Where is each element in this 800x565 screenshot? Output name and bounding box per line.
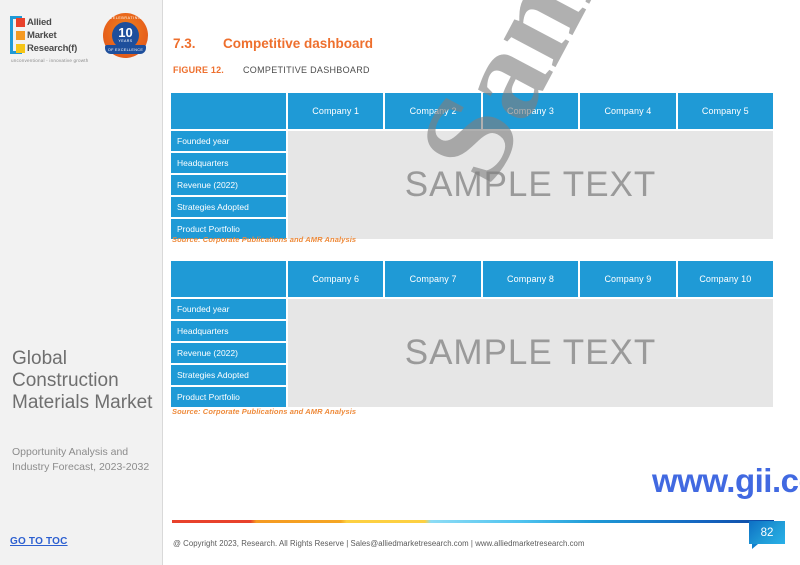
logo-square-yellow-icon bbox=[16, 43, 25, 53]
table-row: Strategies Adopted bbox=[171, 197, 286, 217]
figure-number: FIGURE 12. bbox=[173, 65, 225, 75]
gii-site-watermark: www.gii.co.jp bbox=[652, 462, 800, 499]
logo-line-1: Allied bbox=[27, 16, 52, 28]
section-number: 7.3. bbox=[173, 36, 196, 51]
logo-text-rows: Allied Market Research(f) bbox=[16, 16, 77, 55]
competitive-dashboard-table-1: Company 1 Company 2 Company 3 Company 4 … bbox=[171, 93, 774, 239]
page-number-value: 82 bbox=[749, 521, 785, 544]
badge-years-label: YEARS bbox=[118, 39, 133, 43]
table-1-column-header: Company 4 bbox=[580, 93, 676, 129]
logo-tagline: unconventional - innovative growth bbox=[11, 58, 89, 63]
sidebar: Allied Market Research(f) unconventional… bbox=[0, 0, 163, 565]
table-2-column-header: Company 6 bbox=[288, 261, 384, 297]
table-1-column-header: Company 1 bbox=[288, 93, 384, 129]
table-row: Revenue (2022) bbox=[171, 343, 286, 363]
table-2-header-row: Company 6 Company 7 Company 8 Company 9 … bbox=[171, 261, 774, 297]
logo-row-1: Allied bbox=[16, 16, 77, 28]
logo-square-red-icon bbox=[16, 17, 25, 27]
table-2-source-note: Source: Corporate Publications and AMR A… bbox=[172, 407, 357, 416]
report-page: Allied Market Research(f) unconventional… bbox=[0, 0, 800, 565]
table-1-sample-area: SAMPLE TEXT bbox=[288, 131, 773, 239]
table-1-source-note: Source: Corporate Publications and AMR A… bbox=[172, 235, 357, 244]
table-1-body: Founded year Headquarters Revenue (2022)… bbox=[171, 131, 773, 239]
sample-text-placeholder: SAMPLE TEXT bbox=[404, 333, 657, 372]
table-1-corner-header bbox=[171, 93, 286, 129]
badge-celebrating-label: CELEBRATING bbox=[109, 16, 142, 20]
table-1-header-row: Company 1 Company 2 Company 3 Company 4 … bbox=[171, 93, 774, 129]
figure-title: COMPETITIVE DASHBOARD bbox=[243, 65, 370, 75]
table-row: Strategies Adopted bbox=[171, 365, 286, 385]
table-2-corner-header bbox=[171, 261, 286, 297]
table-row: Headquarters bbox=[171, 153, 286, 173]
section-title: Competitive dashboard bbox=[223, 36, 374, 51]
table-row: Revenue (2022) bbox=[171, 175, 286, 195]
main-content: 7.3. Competitive dashboard FIGURE 12. CO… bbox=[163, 0, 800, 565]
table-2-column-header: Company 9 bbox=[580, 261, 676, 297]
page-badge-tail-shape bbox=[752, 544, 758, 549]
competitive-dashboard-table-2: Company 6 Company 7 Company 8 Company 9 … bbox=[171, 261, 774, 407]
table-2-body: Founded year Headquarters Revenue (2022)… bbox=[171, 299, 773, 407]
sample-text-placeholder: SAMPLE TEXT bbox=[404, 165, 657, 204]
table-row: Founded year bbox=[171, 131, 286, 151]
report-title: Global Construction Materials Market bbox=[12, 348, 153, 413]
go-to-toc-link[interactable]: GO TO TOC bbox=[10, 536, 68, 547]
footer-gradient-bar bbox=[172, 520, 774, 523]
table-1-column-header: Company 5 bbox=[677, 93, 774, 129]
table-1-column-header: Company 3 bbox=[482, 93, 579, 129]
table-row: Founded year bbox=[171, 299, 286, 319]
anniversary-badge-icon: CELEBRATING 10 YEARS OF EXCELLENCE bbox=[103, 13, 148, 58]
page-number-badge: 82 bbox=[749, 521, 785, 549]
table-1-column-header: Company 2 bbox=[385, 93, 481, 129]
badge-number: 10 bbox=[118, 25, 133, 40]
table-2-sample-area: SAMPLE TEXT bbox=[288, 299, 773, 407]
table-2-row-labels: Founded year Headquarters Revenue (2022)… bbox=[171, 299, 286, 407]
table-row: Product Portfolio bbox=[171, 387, 286, 407]
badge-ribbon-label: OF EXCELLENCE bbox=[105, 45, 146, 54]
section-heading: 7.3. Competitive dashboard bbox=[173, 36, 373, 51]
table-2-column-header: Company 10 bbox=[677, 261, 774, 297]
table-2-column-header: Company 7 bbox=[385, 261, 481, 297]
allied-market-research-logo: Allied Market Research(f) unconventional… bbox=[8, 14, 94, 63]
logo-row-3: Research(f) bbox=[16, 42, 77, 54]
report-subtitle: Opportunity Analysis and Industry Foreca… bbox=[12, 446, 150, 473]
logo-line-2: Market bbox=[27, 29, 57, 41]
table-1-row-labels: Founded year Headquarters Revenue (2022)… bbox=[171, 131, 286, 239]
table-row: Headquarters bbox=[171, 321, 286, 341]
figure-caption: FIGURE 12. COMPETITIVE DASHBOARD bbox=[173, 65, 370, 75]
table-2-column-header: Company 8 bbox=[482, 261, 579, 297]
logo-line-3: Research(f) bbox=[27, 42, 78, 54]
footer-copyright: @ Copyright 2023, Research. All Rights R… bbox=[173, 539, 585, 548]
logo-square-orange-icon bbox=[16, 30, 25, 40]
logo-row-2: Market bbox=[16, 29, 77, 41]
